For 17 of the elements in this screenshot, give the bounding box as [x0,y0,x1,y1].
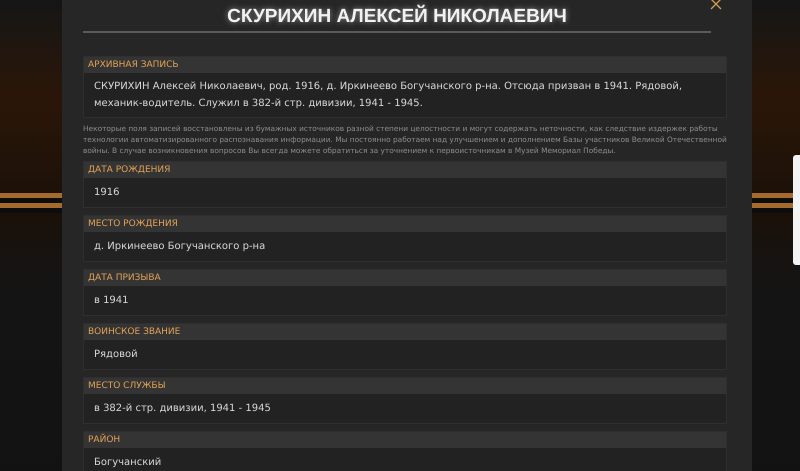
section-heading: РАЙОН [84,432,726,448]
section-value: д. Иркинеево Богучанского р-на [93,240,266,254]
section-heading: ДАТА РОЖДЕНИЯ [84,162,726,178]
section-value: Рядовой [93,348,139,362]
section-value: 1916 [93,186,120,200]
section-value: СКУРИХИН Алексей Николаевич, род. 1916, д. Иркинеево Богучанского р-на. Отсюда призван в 1941. Рядовой, механик-водитель. Служил в 382-й стр. дивизии, 1941 - 1945. [93,80,684,111]
scrollbar-thumb[interactable] [793,155,800,265]
section-heading: АРХИВНАЯ ЗАПИСЬ [84,57,726,73]
section-value: Богучанский [93,456,162,470]
section-heading: МЕСТО РОЖДЕНИЯ [84,216,726,232]
section-heading: ВОИНСКОЕ ЗВАНИЕ [84,324,726,340]
section-value: в 1941 [93,294,130,308]
dialog-title: СКУРИХИН АЛЕКСЕЙ НИКОЛАЕВИЧ [83,0,711,33]
close-icon[interactable] [710,0,722,10]
section-heading: МЕСТО СЛУЖБЫ [84,378,726,394]
section-heading: ДАТА ПРИЗЫВА [84,270,726,286]
section-value: в 382-й стр. дивизии, 1941 - 1945 [93,402,272,416]
